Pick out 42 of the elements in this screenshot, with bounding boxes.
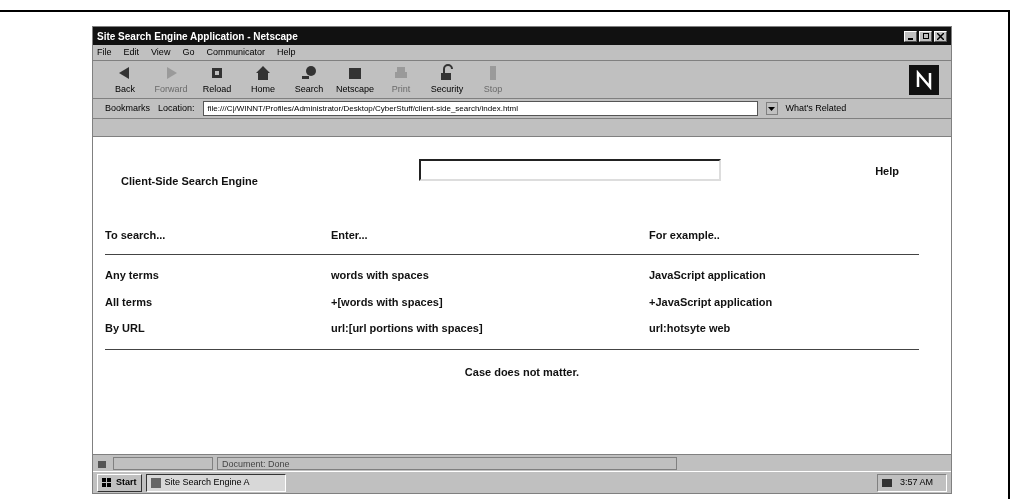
menu-item[interactable]: Go — [182, 45, 195, 60]
maximize-button[interactable] — [919, 30, 932, 42]
column-header: For example.. — [649, 228, 721, 244]
table-cell-text: url:[url portions with spaces] — [331, 321, 484, 336]
minimize-button[interactable] — [904, 30, 917, 42]
table-cell-text: Any terms — [105, 268, 160, 283]
taskbar-button[interactable]: Site Search Engine A — [145, 473, 286, 492]
menu-item[interactable]: Edit — [123, 45, 140, 60]
table-cell-text: JavaScript application — [649, 268, 767, 283]
menu-item[interactable]: File — [97, 45, 112, 60]
toolbar-button[interactable]: Back — [105, 62, 145, 97]
close-button[interactable] — [934, 30, 947, 42]
table-cell-text: By URL — [105, 321, 146, 336]
location-label: Location: — [158, 101, 195, 115]
toolbar-button[interactable]: Netscape — [335, 62, 375, 97]
page-heading: Client-Side Search Engine — [121, 174, 259, 189]
search-field[interactable] — [419, 159, 721, 181]
window-title: Site Search Engine Application - Netscape — [97, 29, 298, 44]
menu-item[interactable]: View — [151, 45, 171, 60]
toolbar-button[interactable]: Home — [243, 62, 283, 97]
status-text: Document: Done — [217, 456, 677, 470]
column-header: Enter... — [331, 228, 369, 244]
toolbar-button[interactable]: Reload — [197, 62, 237, 97]
table-cell-text: url:hotsyte web — [649, 321, 732, 336]
menu-item[interactable]: Help — [276, 45, 296, 60]
table-cell-text: All terms — [105, 294, 154, 310]
note-text: Case does not matter. — [464, 364, 580, 380]
toolbar-button[interactable]: Search — [289, 62, 329, 97]
windows-logo-icon — [102, 477, 112, 488]
help-link[interactable]: Help — [875, 163, 899, 180]
whats-related-button[interactable]: What's Related — [785, 101, 847, 116]
start-button[interactable]: Start — [97, 473, 142, 492]
column-header: To search... — [105, 228, 167, 244]
table-cell-text: +[words with spaces] — [331, 294, 444, 310]
location-field[interactable]: file:///C|/WINNT/Profiles/Administrator/Desktop/CyberStuff/client-side_search/index.html — [202, 101, 758, 116]
bookmarks-button[interactable]: Bookmarks — [105, 101, 150, 116]
menu-item[interactable]: Communicator — [206, 45, 265, 60]
netscape-logo — [909, 64, 939, 95]
table-cell-text: words with spaces — [331, 268, 430, 283]
toolbar-button[interactable]: Security — [427, 62, 467, 97]
table-cell-text: +JavaScript application — [649, 294, 774, 310]
clock-text: 3:57 AM — [900, 475, 934, 489]
